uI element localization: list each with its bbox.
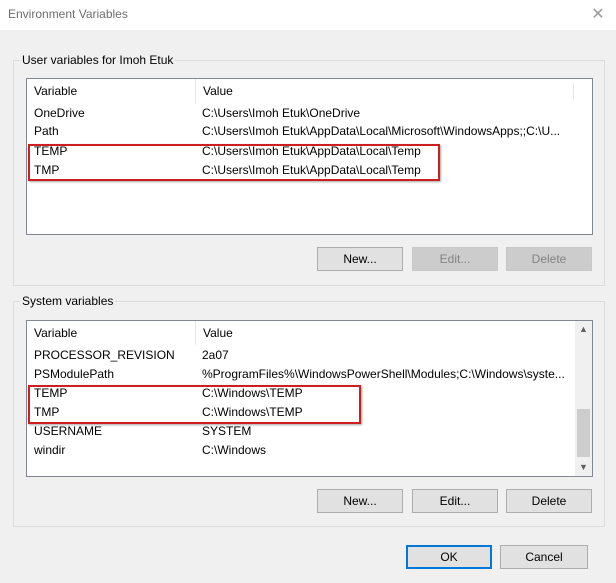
column-header-variable[interactable]: Variable <box>27 79 196 103</box>
variable-name: Path <box>34 124 59 138</box>
user-list-header: Variable Value <box>27 79 574 103</box>
ok-button[interactable]: OK <box>406 545 492 569</box>
user-variables-label: User variables for Imoh Etuk <box>20 53 176 67</box>
variable-value: %ProgramFiles%\WindowsPowerShell\Modules… <box>202 367 565 381</box>
scroll-up-icon[interactable]: ▲ <box>575 321 592 338</box>
system-list-header: Variable Value <box>27 321 573 345</box>
list-item[interactable]: OneDrive C:\Users\Imoh Etuk\OneDrive <box>27 104 592 123</box>
system-variables-label: System variables <box>20 294 116 308</box>
list-item[interactable]: TEMP C:\Windows\TEMP <box>27 384 573 403</box>
list-item[interactable]: TMP C:\Users\Imoh Etuk\AppData\Local\Tem… <box>27 161 592 180</box>
user-edit-button[interactable]: Edit... <box>412 247 498 271</box>
scrollbar-thumb[interactable] <box>577 409 590 457</box>
variable-name: PROCESSOR_REVISION <box>34 348 175 362</box>
list-item[interactable]: windir C:\Windows <box>27 441 573 460</box>
variable-name: TEMP <box>34 386 68 400</box>
variable-name: windir <box>34 443 66 457</box>
system-variables-list[interactable]: Variable Value PROCESSOR_REVISION 2a07 P… <box>26 320 593 477</box>
column-header-variable[interactable]: Variable <box>27 321 196 345</box>
cancel-button[interactable]: Cancel <box>500 545 588 569</box>
window-title: Environment Variables <box>8 7 128 21</box>
close-icon[interactable]: ✕ <box>586 4 610 26</box>
variable-name: PSModulePath <box>34 367 115 381</box>
variable-value: C:\Users\Imoh Etuk\AppData\Local\Temp <box>202 163 421 177</box>
list-item[interactable]: TMP C:\Windows\TEMP <box>27 403 573 422</box>
column-header-value[interactable]: Value <box>196 321 573 345</box>
user-new-button[interactable]: New... <box>317 247 403 271</box>
variable-value: C:\Windows <box>202 443 267 457</box>
list-item[interactable]: PROCESSOR_REVISION 2a07 <box>27 346 573 365</box>
list-item[interactable]: Path C:\Users\Imoh Etuk\AppData\Local\Mi… <box>27 122 592 141</box>
variable-value: 2a07 <box>202 348 229 362</box>
variable-value: C:\Windows\TEMP <box>202 405 303 419</box>
user-variables-list[interactable]: Variable Value OneDrive C:\Users\Imoh Et… <box>26 78 593 235</box>
variable-name: OneDrive <box>34 106 85 120</box>
title-bar: Environment Variables ✕ <box>0 0 616 30</box>
system-new-button[interactable]: New... <box>317 489 403 513</box>
variable-value: C:\Users\Imoh Etuk\OneDrive <box>202 106 361 120</box>
system-edit-button[interactable]: Edit... <box>412 489 498 513</box>
scroll-down-icon[interactable]: ▼ <box>575 459 592 476</box>
list-item[interactable]: PSModulePath %ProgramFiles%\WindowsPower… <box>27 365 573 384</box>
variable-value: SYSTEM <box>202 424 252 438</box>
variable-name: TMP <box>34 163 60 177</box>
variable-name: TEMP <box>34 144 68 158</box>
system-delete-button[interactable]: Delete <box>506 489 592 513</box>
variable-value: C:\Windows\TEMP <box>202 386 303 400</box>
variable-name: TMP <box>34 405 60 419</box>
list-item[interactable]: TEMP C:\Users\Imoh Etuk\AppData\Local\Te… <box>27 142 592 161</box>
column-header-value[interactable]: Value <box>196 79 573 103</box>
system-list-scrollbar[interactable]: ▲ ▼ <box>575 321 592 476</box>
list-item[interactable]: USERNAME SYSTEM <box>27 422 573 441</box>
user-delete-button[interactable]: Delete <box>506 247 592 271</box>
variable-value: C:\Users\Imoh Etuk\AppData\Local\Temp <box>202 144 421 158</box>
variable-value: C:\Users\Imoh Etuk\AppData\Local\Microso… <box>202 124 561 138</box>
variable-name: USERNAME <box>34 424 103 438</box>
